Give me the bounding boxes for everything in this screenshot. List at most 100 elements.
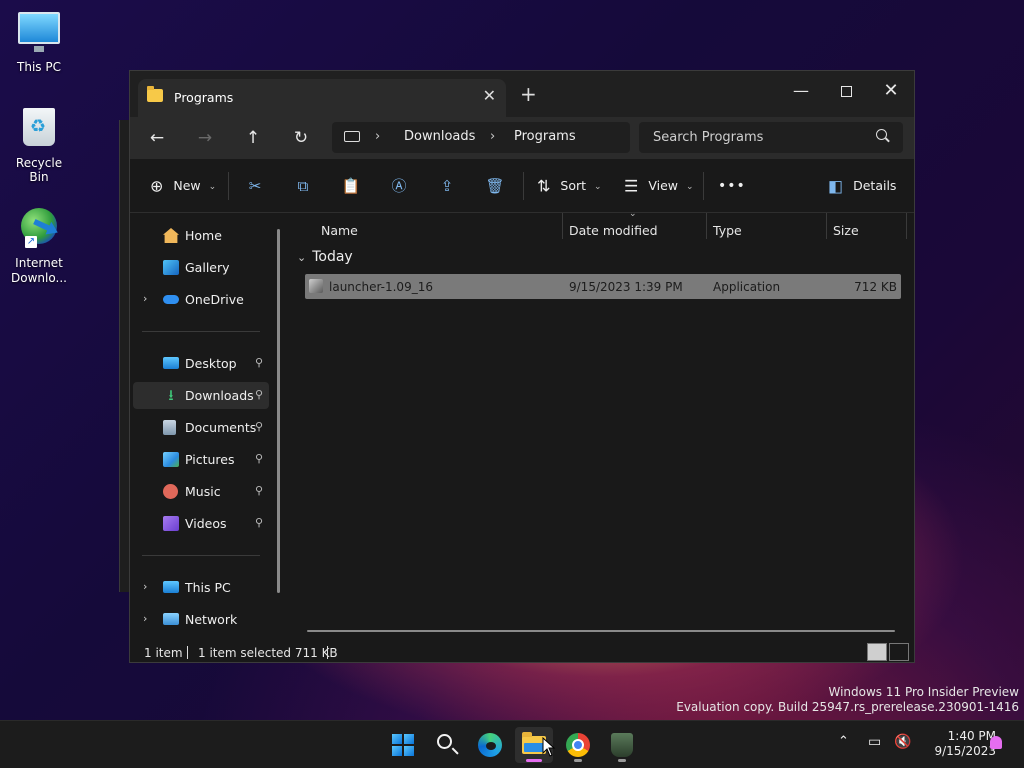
column-header-size[interactable]: Size: [833, 223, 859, 238]
column-divider[interactable]: [562, 213, 563, 239]
status-divider: [187, 646, 188, 659]
delete-button[interactable]: 🗑: [482, 173, 508, 199]
launcher-app-icon: [611, 733, 633, 757]
desktop-icon-label: Recycle Bin: [15, 156, 63, 184]
sidebar-item-label: Desktop: [185, 356, 237, 371]
pin-icon: ⚲: [255, 452, 264, 465]
sidebar-item-network[interactable]: › Network: [133, 606, 269, 633]
details-pane-button[interactable]: ◧ Details: [828, 173, 896, 199]
sidebar-item-onedrive[interactable]: › OneDrive: [133, 286, 269, 313]
sidebar-item-gallery[interactable]: Gallery: [133, 254, 269, 281]
edge-icon: [478, 733, 502, 757]
sidebar-item-videos[interactable]: Videos ⚲: [133, 510, 269, 537]
navigation-bar: ← → ↑ ↻ › Downloads › Programs: [130, 117, 914, 159]
sidebar-item-label: Downloads: [185, 388, 254, 403]
desktop-icon-recycle-bin[interactable]: Recycle Bin: [6, 106, 72, 184]
downloads-icon: ⭳: [168, 386, 174, 404]
share-button[interactable]: ⇪: [434, 173, 460, 199]
copy-button[interactable]: ⧉: [290, 173, 316, 199]
view-button[interactable]: ☰ View ⌄: [624, 173, 694, 199]
expand-chevron-icon[interactable]: ›: [143, 292, 147, 305]
music-icon: [163, 484, 178, 499]
close-tab-button[interactable]: ✕: [483, 86, 496, 105]
details-view-button[interactable]: [867, 643, 887, 661]
volume-muted-icon[interactable]: 🔇: [894, 734, 911, 750]
new-button[interactable]: ⊕ New ⌄: [150, 173, 216, 199]
tab-programs[interactable]: Programs ✕: [138, 79, 506, 117]
expand-chevron-icon[interactable]: ›: [143, 580, 147, 593]
breadcrumb-chevron[interactable]: ›: [490, 129, 495, 144]
breadcrumb-chevron[interactable]: ›: [375, 129, 380, 144]
notification-bell-icon[interactable]: [990, 736, 1002, 749]
clock[interactable]: 1:40 PM 9/15/2023: [916, 729, 996, 759]
more-options-button[interactable]: •••: [718, 173, 746, 199]
search-icon[interactable]: [876, 129, 887, 140]
back-button[interactable]: ←: [143, 125, 171, 151]
rename-button[interactable]: Ⓐ: [386, 173, 412, 199]
column-header-date-modified[interactable]: Date modified: [569, 223, 658, 238]
column-divider[interactable]: [706, 213, 707, 239]
group-header-today[interactable]: ⌄ Today: [297, 249, 353, 265]
paste-button[interactable]: 📋: [338, 173, 364, 199]
expand-chevron-icon[interactable]: ›: [143, 612, 147, 625]
cut-button[interactable]: ✂: [242, 173, 268, 199]
address-bar[interactable]: › Downloads › Programs: [332, 122, 630, 153]
sidebar-item-label: Gallery: [185, 260, 230, 275]
maximize-button[interactable]: [823, 77, 869, 107]
column-header-name[interactable]: Name: [321, 223, 358, 238]
breadcrumb-downloads[interactable]: Downloads: [404, 129, 475, 144]
desktop-icon-this-pc[interactable]: This PC: [6, 8, 72, 74]
clock-date: 9/15/2023: [934, 744, 996, 758]
running-indicator: [574, 759, 582, 762]
close-window-button[interactable]: ✕: [868, 77, 914, 107]
show-hidden-icons-button[interactable]: ⌃: [838, 734, 849, 749]
chevron-down-icon: ⌄: [685, 181, 694, 192]
search-input[interactable]: [639, 122, 903, 153]
sidebar-item-downloads[interactable]: ⭳ Downloads ⚲: [133, 382, 269, 409]
up-button[interactable]: ↑: [239, 125, 267, 151]
launcher-taskbar-button[interactable]: [603, 727, 641, 763]
column-divider[interactable]: [906, 213, 907, 239]
horizontal-scrollbar[interactable]: [307, 630, 895, 632]
toolbar-divider: [523, 172, 524, 200]
sidebar-item-desktop[interactable]: Desktop ⚲: [133, 350, 269, 377]
folder-icon: [147, 86, 163, 102]
file-list-pane: Name Date modified ⌄ Type Size ⌄ Today la…: [289, 209, 914, 641]
new-tab-button[interactable]: +: [520, 82, 537, 106]
sidebar-item-label: Documents: [185, 420, 257, 435]
breadcrumb-programs[interactable]: Programs: [514, 129, 576, 144]
navigation-pane-scrollbar[interactable]: [277, 229, 280, 593]
sort-button[interactable]: ⇅ Sort ⌄: [537, 173, 602, 199]
sidebar-item-music[interactable]: Music ⚲: [133, 478, 269, 505]
pin-icon: ⚲: [255, 516, 264, 529]
windows-logo-icon: [392, 734, 414, 756]
collapse-chevron-icon: ⌄: [297, 251, 307, 264]
internet-download-manager-icon: ↗: [17, 208, 61, 252]
view-icon: ☰: [624, 176, 639, 196]
start-button[interactable]: [383, 727, 421, 763]
chrome-taskbar-button[interactable]: [559, 727, 597, 763]
column-divider[interactable]: [826, 213, 827, 239]
sidebar-item-pictures[interactable]: Pictures ⚲: [133, 446, 269, 473]
plus-circle-icon: ⊕: [150, 176, 164, 196]
edge-taskbar-button[interactable]: [471, 727, 509, 763]
network-icon[interactable]: ▭: [868, 734, 881, 750]
sort-label: Sort: [560, 178, 587, 193]
column-header-type[interactable]: Type: [713, 223, 742, 238]
sidebar-divider: [142, 331, 260, 332]
sidebar-item-home[interactable]: Home: [133, 222, 269, 249]
refresh-button[interactable]: ↻: [287, 125, 315, 151]
sidebar-item-this-pc[interactable]: › This PC: [133, 574, 269, 601]
forward-button[interactable]: →: [191, 125, 219, 151]
file-row[interactable]: launcher-1.09_16 9/15/2023 1:39 PM Appli…: [305, 274, 901, 299]
this-pc-icon: [163, 581, 179, 593]
tab-title: Programs: [174, 90, 234, 105]
search-taskbar-button[interactable]: [427, 727, 465, 763]
sidebar-item-documents[interactable]: Documents ⚲: [133, 414, 269, 441]
large-icons-view-button[interactable]: [889, 643, 909, 661]
desktop-icon-internet-download-manager[interactable]: ↗ Internet Downlo...: [6, 204, 72, 286]
minimize-button[interactable]: —: [778, 77, 824, 107]
navigation-pane: Home Gallery › OneDrive Desktop ⚲ ⭳ Down…: [130, 213, 288, 641]
onedrive-icon: [163, 295, 179, 304]
shortcut-arrow-icon: ↗: [25, 236, 37, 248]
